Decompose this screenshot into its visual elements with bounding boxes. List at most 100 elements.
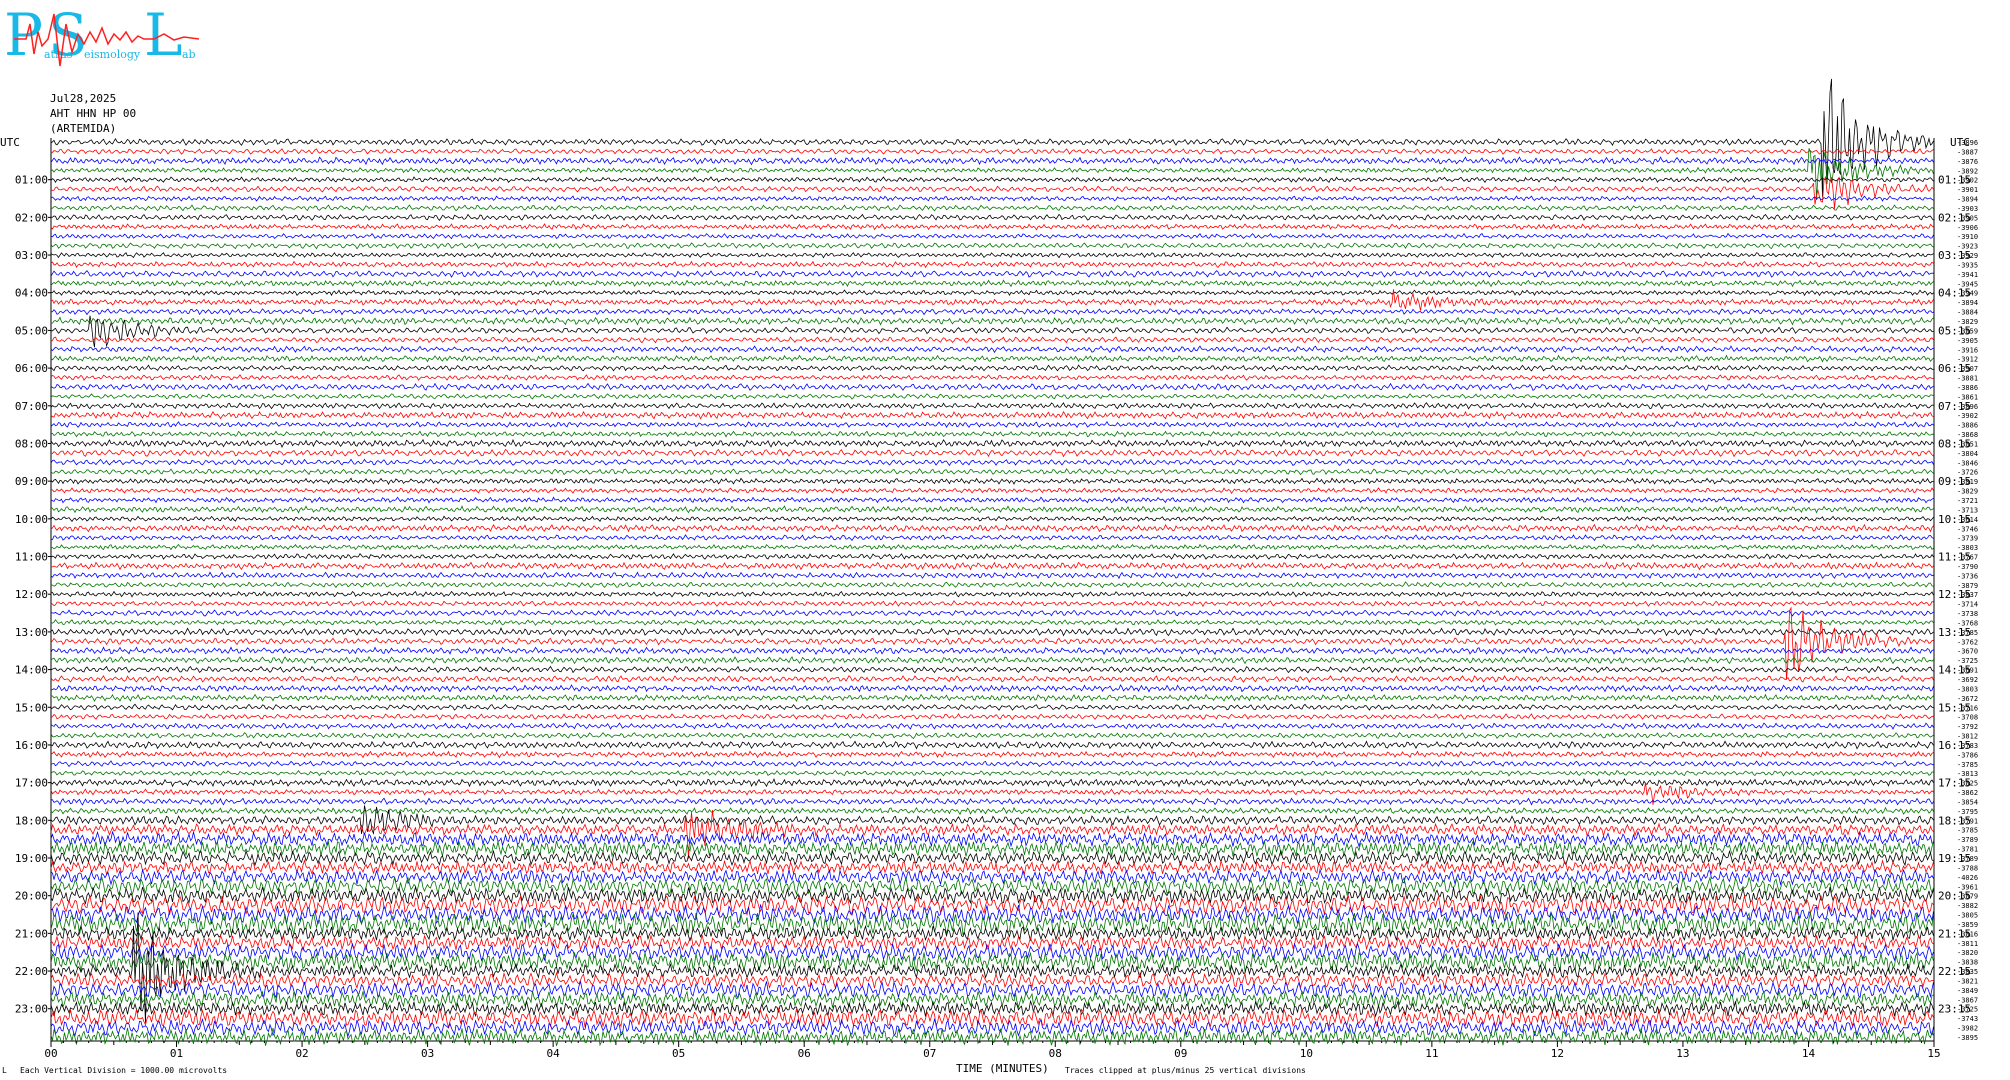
trace-55	[50, 655, 1934, 665]
trace-48	[50, 590, 1934, 598]
trace-70	[51, 797, 1934, 806]
trace-offset-17: -3894	[1957, 299, 1978, 307]
trace-offset-86: -3820	[1957, 949, 1978, 957]
trace-59	[50, 693, 1934, 703]
trace-offset-90: -3849	[1957, 987, 1978, 995]
trace-offset-93: -3743	[1957, 1015, 1978, 1023]
right-hour-label-9: 10:15	[1938, 513, 1971, 526]
trace-63	[50, 732, 1934, 739]
trace-82	[50, 903, 1934, 926]
trace-21	[50, 336, 1934, 344]
trace-38	[50, 496, 1934, 504]
trace-offset-50: -3738	[1957, 610, 1978, 618]
right-hour-label-13: 14:15	[1938, 664, 1971, 677]
right-hour-label-22: 23:15	[1938, 1003, 1971, 1016]
trace-62	[50, 722, 1934, 730]
trace-27	[50, 393, 1934, 400]
trace-52	[50, 627, 1934, 637]
right-hour-label-1: 02:15	[1938, 211, 1971, 224]
trace-75	[50, 839, 1934, 858]
left-hour-label-2: 03:00	[15, 249, 48, 262]
right-hour-label-15: 16:15	[1938, 739, 1971, 752]
x-tick-label-10: 10	[1300, 1047, 1313, 1060]
right-hour-label-17: 18:15	[1938, 814, 1971, 827]
trace-32	[50, 438, 1934, 448]
trace-offset-82: -3805	[1957, 912, 1978, 920]
trace-offset-57: -3692	[1957, 676, 1978, 684]
clip-note: Traces clipped at plus/minus 25 vertical…	[1065, 1066, 1306, 1075]
x-tick-label-2: 02	[295, 1047, 308, 1060]
trace-29	[50, 410, 1934, 420]
trace-31	[50, 430, 1934, 438]
left-hour-label-9: 10:00	[15, 513, 48, 526]
trace-77	[50, 859, 1934, 876]
x-axis-title: TIME (MINUTES)	[956, 1062, 1049, 1075]
trace-43	[50, 543, 1934, 551]
x-tick-label-6: 06	[798, 1047, 811, 1060]
trace-58	[50, 684, 1934, 693]
trace-14	[50, 270, 1934, 278]
trace-46	[50, 571, 1934, 580]
left-hour-label-0: 01:00	[15, 174, 48, 187]
trace-offset-0: -3896	[1957, 139, 1978, 147]
trace-offset-33: -3804	[1957, 450, 1978, 458]
trace-56	[50, 665, 1934, 674]
trace-offset-1: -3887	[1957, 148, 1978, 156]
trace-offset-26: -3886	[1957, 384, 1978, 392]
right-hour-label-0: 01:15	[1938, 174, 1971, 187]
trace-34	[50, 458, 1934, 467]
x-tick-label-4: 04	[547, 1047, 561, 1060]
trace-offset-94: -3982	[1957, 1025, 1978, 1033]
left-hour-label-6: 07:00	[15, 400, 48, 413]
x-tick-label-15: 15	[1927, 1047, 1940, 1060]
left-hour-label-3: 04:00	[15, 287, 48, 300]
trace-offset-29: -3902	[1957, 412, 1978, 420]
right-hour-label-8: 09:15	[1938, 475, 1971, 488]
division-note: Each Vertical Division = 1000.00 microvo…	[20, 1066, 228, 1075]
trace-71	[50, 806, 1934, 816]
trace-offset-54: -3670	[1957, 648, 1978, 656]
trace-offset-34: -3846	[1957, 459, 1978, 467]
trace-offset-38: -3721	[1957, 497, 1978, 505]
trace-offset-89: -3821	[1957, 977, 1978, 985]
trace-72	[50, 805, 1934, 835]
trace-offset-58: -3803	[1957, 685, 1978, 693]
trace-11	[50, 242, 1934, 250]
x-tick-label-0: 00	[44, 1047, 57, 1060]
trace-18	[50, 307, 1934, 316]
right-hour-label-12: 13:15	[1938, 626, 1971, 639]
x-tick-label-7: 07	[923, 1047, 936, 1060]
trace-offset-69: -3862	[1957, 789, 1978, 797]
trace-2	[50, 156, 1934, 166]
trace-28	[50, 402, 1934, 410]
trace-51	[50, 618, 1934, 626]
trace-offset-77: -3788	[1957, 864, 1978, 872]
trace-offset-37: -3829	[1957, 488, 1978, 496]
trace-offset-73: -3785	[1957, 827, 1978, 835]
right-hour-label-18: 19:15	[1938, 852, 1971, 865]
left-hour-label-5: 06:00	[15, 362, 48, 375]
right-hour-label-3: 04:15	[1938, 287, 1971, 300]
left-hour-label-8: 09:00	[15, 475, 48, 488]
left-hour-label-12: 13:00	[15, 626, 48, 639]
trace-60	[50, 703, 1934, 711]
right-hour-label-4: 05:15	[1938, 324, 1971, 337]
trace-61	[50, 713, 1934, 721]
trace-36	[50, 477, 1934, 485]
right-hour-label-20: 21:15	[1938, 927, 1971, 940]
trace-67	[50, 769, 1934, 777]
right-hour-label-11: 12:15	[1938, 588, 1971, 601]
x-tick-label-13: 13	[1676, 1047, 1689, 1060]
trace-37	[50, 487, 1934, 494]
x-tick-label-12: 12	[1551, 1047, 1564, 1060]
x-tick-label-1: 01	[170, 1047, 183, 1060]
trace-44	[50, 553, 1934, 561]
x-tick-label-9: 09	[1174, 1047, 1187, 1060]
trace-92	[50, 999, 1934, 1018]
right-hour-label-2: 03:15	[1938, 249, 1971, 262]
left-hour-label-17: 18:00	[15, 814, 48, 827]
trace-16	[50, 289, 1934, 297]
trace-offset-13: -3935	[1957, 261, 1978, 269]
trace-offset-41: -3746	[1957, 525, 1978, 533]
trace-73	[50, 809, 1934, 859]
